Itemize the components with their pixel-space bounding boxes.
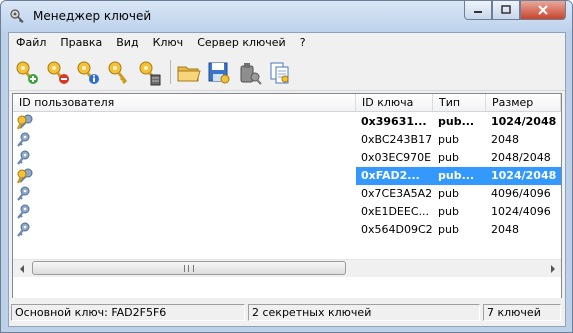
table-row[interactable]: 0xFAD2... pub... 1024/2048 — [13, 167, 561, 185]
cell-user-id — [13, 167, 356, 185]
menu-keyserver[interactable]: Сервер ключей — [190, 33, 293, 53]
cell-size: 2048 — [491, 223, 519, 236]
table-row[interactable]: 0xBC243B17 pub 2048 — [13, 131, 561, 149]
import-icon — [270, 62, 289, 84]
keypair-icon — [16, 168, 33, 184]
folder-icon — [177, 66, 201, 82]
menu-bar: Файл Правка Вид Ключ Сервер ключей ? — [9, 33, 565, 53]
cell-type: pub... — [438, 115, 475, 128]
export-key-button[interactable] — [237, 60, 263, 86]
key-manager-window: Менеджер ключей Файл Правка Вид Ключ Сер… — [0, 0, 573, 333]
public-key-icon — [17, 204, 30, 219]
cell-size: 1024/4096 — [491, 205, 551, 218]
cell-user-id — [13, 149, 356, 167]
status-secret-keys: 2 секретных ключей — [248, 304, 480, 321]
maximize-button[interactable] — [492, 1, 520, 20]
toolbar — [9, 54, 565, 91]
sign-key-icon — [108, 61, 128, 85]
horizontal-scrollbar[interactable] — [13, 259, 561, 277]
open-file-button[interactable] — [176, 60, 202, 86]
status-default-key: Основной ключ: FAD2F5F6 — [11, 304, 245, 321]
toolbar-separator — [170, 60, 171, 84]
cell-user-id — [13, 221, 356, 239]
import-key-button[interactable] — [267, 60, 293, 86]
menu-view[interactable]: Вид — [109, 33, 145, 53]
key-server-button[interactable] — [137, 60, 163, 86]
table-row[interactable]: 0x7CE3A5A2 pub 4096/4096 — [13, 185, 561, 203]
grip-icon — [184, 265, 194, 272]
scroll-left-button[interactable] — [13, 260, 30, 277]
cell-key-id: 0x7CE3A5A2 — [361, 187, 433, 200]
cell-key-id: 0xFAD2... — [356, 167, 433, 185]
cell-key-id: 0x39631... — [361, 115, 427, 128]
arrow-right-icon — [550, 264, 555, 273]
window-title: Менеджер ключей — [33, 9, 152, 23]
delete-key-icon — [47, 61, 69, 84]
new-key-button[interactable] — [14, 60, 40, 86]
arrow-left-icon — [19, 264, 24, 273]
cell-size: 4096/4096 — [491, 187, 551, 200]
cell-size: 1024/2048 — [491, 115, 557, 128]
table-row[interactable]: 0x39631... pub... 1024/2048 — [13, 113, 561, 131]
table-row[interactable]: 0x03EC970E pub 2048/2048 — [13, 149, 561, 167]
cell-key-id: 0x03EC970E — [361, 151, 432, 164]
column-user-id[interactable]: ID пользователя — [13, 94, 356, 111]
cell-user-id — [13, 185, 356, 203]
public-key-icon — [17, 186, 30, 201]
table-row[interactable]: 0xE1DEEC... pub 1024/4096 — [13, 203, 561, 221]
cell-key-id: 0xE1DEEC... — [361, 205, 429, 218]
status-bar: Основной ключ: FAD2F5F6 2 секретных ключ… — [9, 298, 565, 326]
client-area: Файл Правка Вид Ключ Сервер ключей ? ID … — [8, 32, 566, 327]
cell-type: pub — [438, 151, 459, 164]
key-server-icon — [139, 61, 161, 86]
cell-key-id: 0x564D09C2 — [361, 223, 433, 236]
title-bar[interactable]: Менеджер ключей — [1, 1, 572, 32]
list-header: ID пользователя ID ключа Тип Размер — [13, 94, 561, 112]
menu-file[interactable]: Файл — [9, 33, 53, 53]
save-icon — [208, 62, 230, 84]
delete-key-button[interactable] — [45, 60, 71, 86]
menu-edit[interactable]: Правка — [53, 33, 109, 53]
app-key-icon — [10, 9, 24, 24]
menu-help[interactable]: ? — [293, 33, 313, 53]
keypair-icon — [16, 114, 33, 130]
cell-size: 1024/2048 — [486, 167, 561, 185]
cell-size: 2048 — [491, 133, 519, 146]
scroll-right-button[interactable] — [544, 260, 561, 277]
cell-user-id — [13, 131, 356, 149]
cell-key-id: 0xBC243B17 — [361, 133, 433, 146]
key-info-button[interactable] — [75, 60, 101, 86]
cell-type: pub — [438, 187, 459, 200]
menu-key[interactable]: Ключ — [146, 33, 191, 53]
cell-type: pub — [438, 205, 459, 218]
sign-key-button[interactable] — [106, 60, 132, 86]
window-controls — [464, 1, 566, 21]
close-button[interactable] — [520, 1, 566, 20]
cell-type: pub — [438, 223, 459, 236]
table-row[interactable]: 0x564D09C2 pub 2048 — [13, 221, 561, 239]
cell-size: 2048/2048 — [491, 151, 551, 164]
cell-type: pub — [438, 133, 459, 146]
scrollbar-thumb[interactable] — [32, 261, 346, 275]
export-icon — [240, 63, 262, 85]
minimize-button[interactable] — [464, 1, 492, 20]
public-key-icon — [17, 132, 30, 147]
column-key-id[interactable]: ID ключа — [356, 94, 433, 111]
column-size[interactable]: Размер — [486, 94, 561, 111]
maximize-icon — [501, 5, 511, 14]
cell-user-id — [13, 203, 356, 221]
public-key-icon — [17, 222, 30, 237]
close-icon — [538, 5, 548, 15]
column-type[interactable]: Тип — [433, 94, 486, 111]
save-file-button[interactable] — [206, 60, 232, 86]
key-info-icon — [77, 61, 99, 84]
minimize-icon — [474, 11, 482, 13]
new-key-icon — [16, 61, 38, 84]
cell-user-id — [13, 113, 356, 131]
cell-type: pub... — [433, 167, 486, 185]
public-key-icon — [17, 150, 30, 165]
status-total-keys: 7 ключей — [483, 304, 561, 321]
key-list[interactable]: ID пользователя ID ключа Тип Размер 0x39… — [12, 93, 562, 300]
